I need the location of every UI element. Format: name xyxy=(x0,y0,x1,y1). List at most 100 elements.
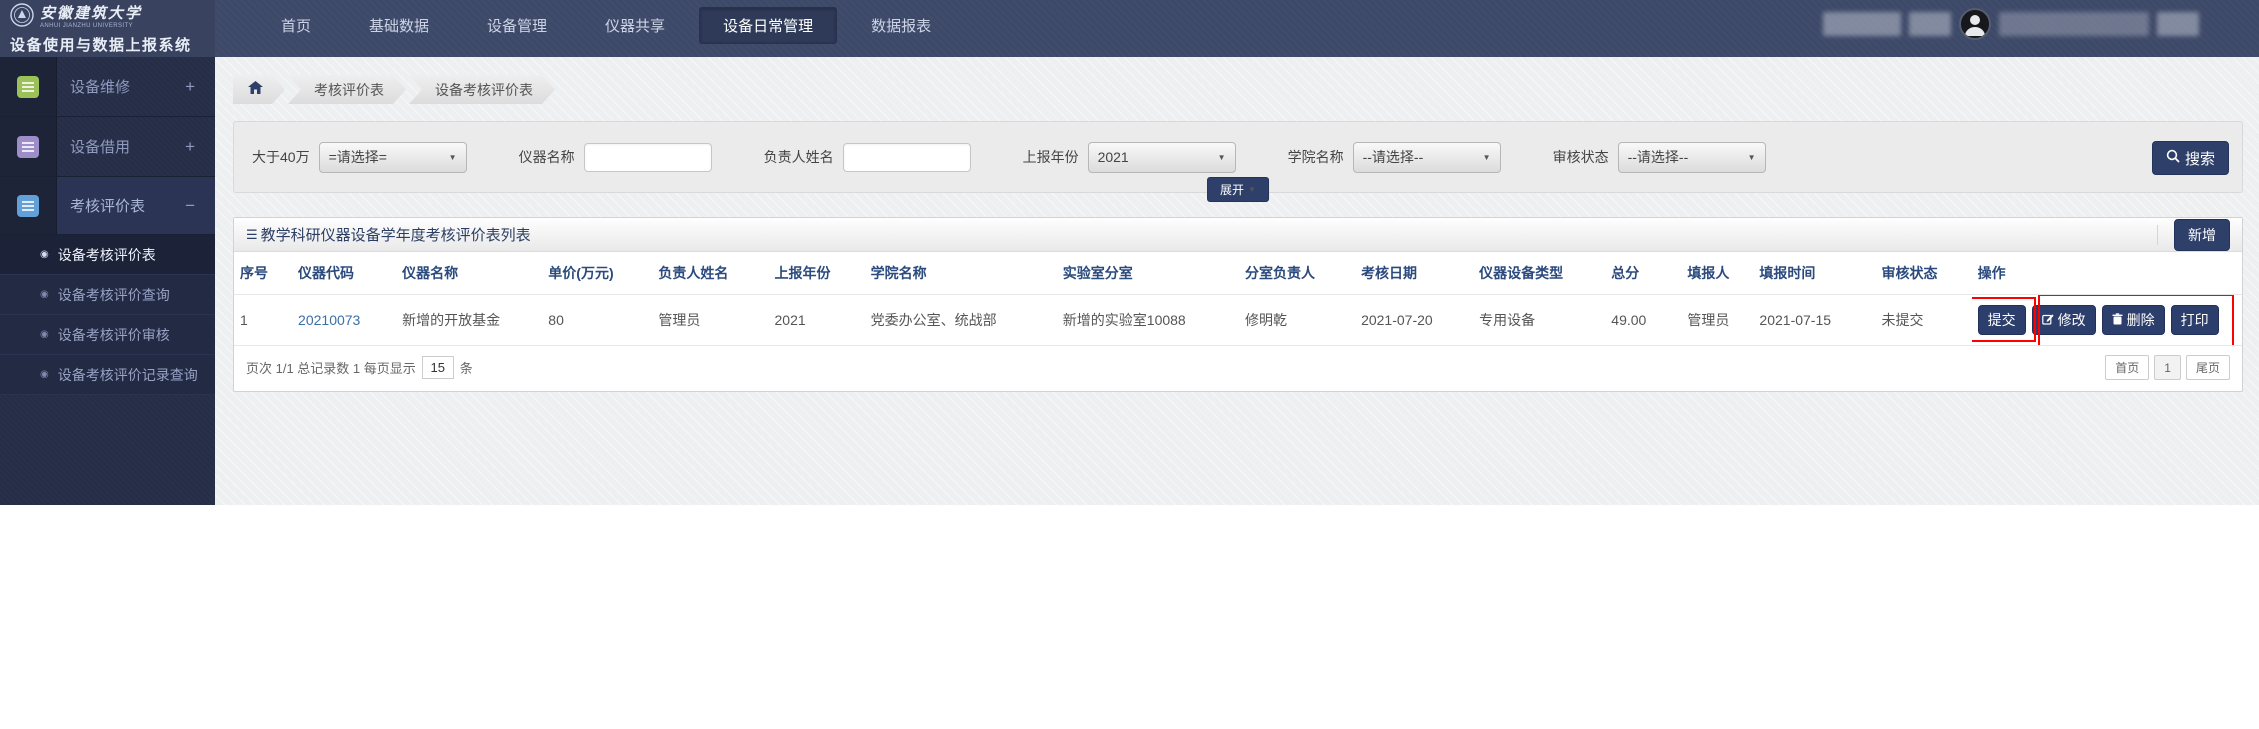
breadcrumb-item-assessment-forms[interactable]: 考核评价表 xyxy=(288,75,406,104)
col-header-equipment-type: 仪器设备类型 xyxy=(1479,265,1564,281)
over-400k-select[interactable]: =请选择= ▼ xyxy=(318,141,467,173)
bullet-icon: ◉ xyxy=(40,289,49,300)
filter-panel: 大于40万 =请选择= ▼ 仪器名称 负责人姓名 上报年份 2021 ▼ 学院名… xyxy=(233,121,2243,202)
sidebar-item-label: 设备考核评价表 xyxy=(57,246,156,263)
sidebar-item-assessment-review[interactable]: ◉ 设备考核评价审核 xyxy=(0,315,215,355)
col-header-total-score: 总分 xyxy=(1611,265,1640,281)
sidebar-item-label: 设备考核评价审核 xyxy=(57,326,170,343)
chevron-down-icon: ▼ xyxy=(1217,152,1226,162)
bullet-icon: ◉ xyxy=(40,369,49,380)
top-nav: 首页 基础数据 设备管理 仪器共享 设备日常管理 数据报表 xyxy=(257,0,955,57)
brand-block: 安徽建筑大学 ANHUI JIANZHU UNIVERSITY 设备使用与数据上… xyxy=(0,0,215,57)
col-header-responsible-person: 负责人姓名 xyxy=(658,265,729,281)
panel-header: ☰ 教学科研仪器设备学年度考核评价表列表 新增 xyxy=(234,218,2242,252)
filter-label-responsible-person: 负责人姓名 xyxy=(763,149,834,165)
sidebar-group-assessment-forms[interactable]: 考核评价表 − xyxy=(0,177,215,235)
chevron-down-icon: ▼ xyxy=(448,152,457,162)
cell-room-manager: 修明乾 xyxy=(1238,294,1356,346)
user-info-redacted[interactable] xyxy=(1823,8,2199,40)
university-name-en: ANHUI JIANZHU UNIVERSITY xyxy=(40,23,133,29)
last-page-button[interactable]: 尾页 xyxy=(2185,355,2230,380)
delete-button[interactable]: 删除 xyxy=(2101,305,2165,335)
collapse-minus-icon: − xyxy=(185,195,195,215)
redacted-block xyxy=(1909,12,1951,36)
cell-unit-price: 80 xyxy=(542,294,653,346)
content-area: 考核评价表 设备考核评价表 大于40万 =请选择= ▼ 仪器名称 负责人姓名 上… xyxy=(215,57,2259,505)
responsible-person-input[interactable] xyxy=(842,142,971,172)
expand-button-label: 展开 xyxy=(1220,183,1245,197)
sidebar-item-assessment-record-query[interactable]: ◉ 设备考核评价记录查询 xyxy=(0,355,215,395)
cell-review-status: 未提交 xyxy=(1875,294,1972,346)
expand-plus-icon: + xyxy=(185,136,195,156)
app-header: 安徽建筑大学 ANHUI JIANZHU UNIVERSITY 设备使用与数据上… xyxy=(0,0,2259,57)
search-button[interactable]: 搜索 xyxy=(2151,141,2229,175)
breadcrumb-item-equipment-assessment-form[interactable]: 设备考核评价表 xyxy=(409,75,555,104)
nav-item-daily-mgmt-active[interactable]: 设备日常管理 xyxy=(699,7,838,44)
cell-equipment-type: 专用设备 xyxy=(1473,294,1606,346)
col-header-filler: 填报人 xyxy=(1687,265,1730,281)
col-header-room-manager: 分室负责人 xyxy=(1244,265,1315,281)
equipment-repair-menu-icon xyxy=(0,57,57,116)
col-header-index: 序号 xyxy=(240,265,268,281)
review-status-select[interactable]: --请选择-- ▼ xyxy=(1617,141,1766,173)
sidebar-item-label: 设备考核评价查询 xyxy=(57,286,170,303)
col-header-report-year: 上报年份 xyxy=(774,265,831,281)
cell-fill-time: 2021-07-15 xyxy=(1753,294,1876,346)
search-button-label: 搜索 xyxy=(2184,150,2215,168)
system-title: 设备使用与数据上报系统 xyxy=(10,37,192,54)
sidebar-group-equipment-repair[interactable]: 设备维修 + xyxy=(0,57,215,117)
edit-icon xyxy=(2041,312,2054,328)
cell-assessment-date: 2021-07-20 xyxy=(1355,294,1474,346)
home-icon xyxy=(248,81,263,98)
nav-item-data-reports[interactable]: 数据报表 xyxy=(847,7,955,44)
pagination-unit: 条 xyxy=(459,361,473,376)
page-size-input[interactable] xyxy=(421,356,454,379)
cell-lab-room: 新增的实验室10088 xyxy=(1056,294,1239,346)
equipment-borrow-menu-icon xyxy=(0,117,57,176)
filter-label-review-status: 审核状态 xyxy=(1552,149,1609,165)
sidebar-group-label: 设备借用 xyxy=(70,139,131,156)
user-avatar[interactable] xyxy=(1959,8,1991,40)
select-value: 2021 xyxy=(1097,149,1129,165)
col-header-operations: 操作 xyxy=(1977,265,2006,281)
redacted-block xyxy=(1999,12,2149,36)
nav-item-equipment-mgmt[interactable]: 设备管理 xyxy=(463,7,571,44)
sidebar-group-label: 考核评价表 xyxy=(70,198,146,215)
edit-button[interactable]: 修改 xyxy=(2031,305,2096,335)
breadcrumb: 考核评价表 设备考核评价表 xyxy=(233,75,2243,104)
sidebar-item-assessment-query[interactable]: ◉ 设备考核评价查询 xyxy=(0,275,215,315)
expand-filters-button[interactable]: 展开 ▼ xyxy=(1207,177,1269,202)
divider xyxy=(2157,224,2158,245)
select-value: --请选择-- xyxy=(1362,149,1424,165)
sidebar-group-equipment-borrow[interactable]: 设备借用 + xyxy=(0,117,215,177)
assessment-table: 序号 仪器代码 仪器名称 单价(万元) 负责人姓名 上报年份 学院名称 实验室分… xyxy=(234,252,2242,346)
nav-item-basic-data[interactable]: 基础数据 xyxy=(345,7,453,44)
nav-item-home[interactable]: 首页 xyxy=(257,7,335,44)
cell-report-year: 2021 xyxy=(768,294,865,346)
add-new-button[interactable]: 新增 xyxy=(2174,218,2230,251)
instrument-name-input[interactable] xyxy=(583,142,712,172)
submit-button[interactable]: 提交 xyxy=(1977,305,2026,335)
col-header-review-status: 审核状态 xyxy=(1881,265,1938,281)
row-actions: 提交 修改 删除 打印 xyxy=(1971,295,2236,345)
sidebar-group-label: 设备维修 xyxy=(70,79,131,96)
page-number-button[interactable]: 1 xyxy=(2154,355,2181,380)
college-name-select[interactable]: --请选择-- ▼ xyxy=(1352,141,1501,173)
nav-item-instrument-sharing[interactable]: 仪器共享 xyxy=(581,7,689,44)
table-row: 1 20210073 新增的开放基金 80 管理员 2021 党委办公室、统战部… xyxy=(234,294,2242,346)
table-header-row: 序号 仪器代码 仪器名称 单价(万元) 负责人姓名 上报年份 学院名称 实验室分… xyxy=(234,252,2242,295)
sidebar-item-assessment-form-active[interactable]: ◉ 设备考核评价表 xyxy=(0,235,215,275)
col-header-assessment-date: 考核日期 xyxy=(1361,265,1418,281)
report-year-select[interactable]: 2021 ▼ xyxy=(1087,141,1236,173)
first-page-button[interactable]: 首页 xyxy=(2105,355,2150,380)
cell-filler: 管理员 xyxy=(1681,294,1754,346)
sidebar-submenu: ◉ 设备考核评价表 ◉ 设备考核评价查询 ◉ 设备考核评价审核 ◉ 设备考核评价… xyxy=(0,235,215,395)
redacted-block xyxy=(2157,12,2199,36)
trash-icon xyxy=(2112,312,2123,328)
print-button[interactable]: 打印 xyxy=(2170,305,2219,335)
instrument-code-link[interactable]: 20210073 xyxy=(298,312,360,328)
filter-label-college-name: 学院名称 xyxy=(1287,149,1344,165)
col-header-unit-price: 单价(万元) xyxy=(548,265,614,281)
breadcrumb-home[interactable] xyxy=(233,75,285,104)
cell-responsible-person: 管理员 xyxy=(652,294,769,346)
